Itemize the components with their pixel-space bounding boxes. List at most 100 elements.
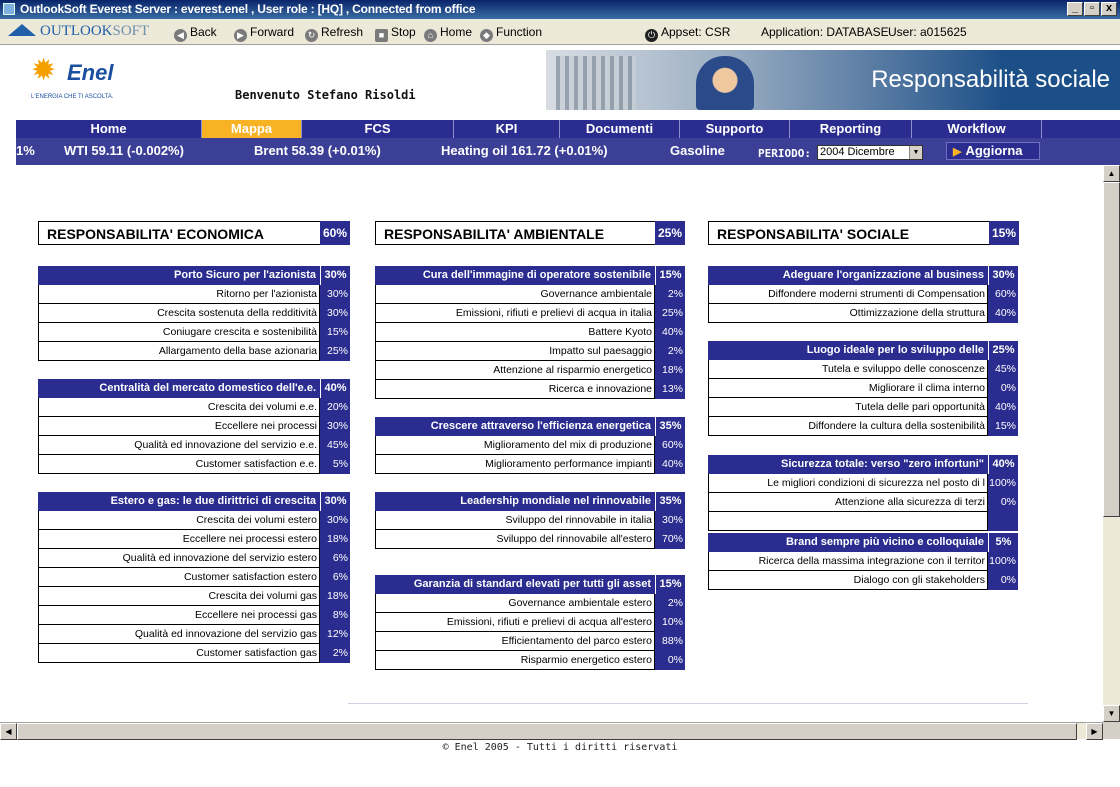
kpi-row[interactable]: Customer satisfaction e.e. 5% [38, 455, 350, 474]
stop-button[interactable]: ■ Stop [375, 25, 416, 42]
objective-header[interactable]: Sicurezza totale: verso "zero infortuni"… [708, 455, 1018, 474]
kpi-row[interactable]: Customer satisfaction gas 2% [38, 644, 350, 663]
scroll-right-button[interactable]: ▶ [1086, 723, 1103, 740]
kpi-row[interactable]: Eccellere nei processi gas 8% [38, 606, 350, 625]
kpi-row[interactable]: Ricerca e innovazione 13% [375, 380, 685, 399]
kpi-label: Attenzione alla sicurezza di terzi [708, 493, 988, 512]
objective-header[interactable]: Crescere attraverso l'efficienza energet… [375, 417, 685, 436]
kpi-row[interactable]: Crescita dei volumi e.e. 20% [38, 398, 350, 417]
kpi-row[interactable]: Ottimizzazione della struttura 40% [708, 304, 1018, 323]
scroll-down-button[interactable]: ▼ [1103, 705, 1120, 722]
forward-label: Forward [250, 25, 295, 39]
column-title: RESPONSABILITA' AMBIENTALE [384, 226, 605, 242]
kpi-row[interactable]: Sviluppo del rinnovabile in italia 30% [375, 511, 685, 530]
kpi-row[interactable]: Miglioramento performance impianti 40% [375, 455, 685, 474]
horizontal-scrollbar[interactable]: ◀ ▶ [0, 722, 1103, 740]
kpi-row[interactable]: Miglioramento del mix di produzione 60% [375, 436, 685, 455]
chevron-down-icon[interactable]: ▼ [909, 146, 922, 159]
kpi-percent: 2% [655, 285, 685, 304]
close-button[interactable]: x [1101, 2, 1117, 16]
objective-header[interactable]: Garanzia di standard elevati per tutti g… [375, 575, 685, 594]
kpi-row[interactable]: Eccellere nei processi estero 18% [38, 530, 350, 549]
back-button[interactable]: ◀ Back [174, 25, 217, 42]
strategy-map: RESPONSABILITA' ECONOMICA 60% RESPONSABI… [16, 165, 1103, 722]
kpi-row[interactable]: Ritorno per l'azionista 30% [38, 285, 350, 304]
objective-header[interactable]: Brand sempre più vicino e colloquiale 5% [708, 533, 1018, 552]
kpi-row[interactable]: Emissioni, rifiuti e prelievi di acqua i… [375, 304, 685, 323]
objective-title: Brand sempre più vicino e colloquiale [785, 536, 984, 548]
kpi-row[interactable]: Crescita dei volumi estero 30% [38, 511, 350, 530]
minimize-button[interactable]: _ [1067, 2, 1083, 16]
kpi-row[interactable]: Ricerca della massima integrazione con i… [708, 552, 1018, 571]
kpi-row[interactable]: Customer satisfaction estero 6% [38, 568, 350, 587]
scroll-left-button[interactable]: ◀ [0, 723, 17, 740]
banner-title: Responsabilità sociale [871, 66, 1110, 93]
kpi-row[interactable]: Diffondere la cultura della sostenibilit… [708, 417, 1018, 436]
kpi-row[interactable]: Governance ambientale estero 2% [375, 594, 685, 613]
kpi-row[interactable]: Sviluppo del rinnovabile all'estero 70% [375, 530, 685, 549]
periodo-select[interactable]: 2004 Dicembre ▼ [817, 145, 923, 160]
nav-workflow[interactable]: Workflow [912, 120, 1042, 138]
nav-documenti[interactable]: Documenti [560, 120, 680, 138]
kpi-row[interactable]: Battere Kyoto 40% [375, 323, 685, 342]
nav-kpi[interactable]: KPI [454, 120, 560, 138]
kpi-row[interactable]: Crescita dei volumi gas 18% [38, 587, 350, 606]
kpi-row[interactable]: Qualità ed innovazione del servizio gas 1… [38, 625, 350, 644]
kpi-row[interactable]: Diffondere moderni strumenti di Compensa… [708, 285, 1018, 304]
ticker-item: Gasoline [670, 143, 725, 158]
column-header-economica: RESPONSABILITA' ECONOMICA 60% [38, 221, 350, 245]
kpi-label: Efficientamento del parco estero [375, 632, 655, 651]
horizontal-scroll-thumb[interactable] [17, 723, 1077, 740]
kpi-row[interactable]: Eccellere nei processi 30% [38, 417, 350, 436]
kpi-row[interactable]: Risparmio energetico estero 0% [375, 651, 685, 670]
kpi-row[interactable]: Migliorare il clima interno 0% [708, 379, 1018, 398]
kpi-row[interactable]: Crescita sostenuta della redditività 30% [38, 304, 350, 323]
objective-header[interactable]: Centralità del mercato domestico dell'e.… [38, 379, 350, 398]
objective-header[interactable]: Adeguare l'organizzazione al business 30% [708, 266, 1018, 285]
kpi-label: Sviluppo del rinnovabile all'estero [375, 530, 655, 549]
kpi-row[interactable]: Attenzione alla sicurezza di terzi 0% [708, 493, 1018, 512]
kpi-row[interactable]: Emissioni, rifiuti e prelievi di acqua a… [375, 613, 685, 632]
nav-reporting[interactable]: Reporting [790, 120, 912, 138]
kpi-label: Migliorare il clima interno [708, 379, 988, 398]
kpi-row[interactable]: Efficientamento del parco estero 88% [375, 632, 685, 651]
refresh-button[interactable]: ↻ Refresh [305, 25, 363, 42]
kpi-row[interactable]: Allargamento della base azionaria 25% [38, 342, 350, 361]
kpi-row[interactable]: Le migliori condizioni di sicurezza nel … [708, 474, 1018, 493]
home-button[interactable]: ⌂ Home [424, 25, 472, 42]
nav-supporto[interactable]: Supporto [680, 120, 790, 138]
vertical-scrollbar[interactable]: ▲ ▼ [1103, 165, 1120, 722]
forward-button[interactable]: ▶ Forward [234, 25, 294, 42]
kpi-row[interactable]: Tutela e sviluppo delle conoscenze 45% [708, 360, 1018, 379]
objective-header[interactable]: Leadership mondiale nel rinnovabile 35% [375, 492, 685, 511]
kpi-row[interactable]: Attenzione al risparmio energetico 18% [375, 361, 685, 380]
kpi-row[interactable]: Governance ambientale 2% [375, 285, 685, 304]
objective-header[interactable]: Estero e gas: le due dirittrici di cresc… [38, 492, 350, 511]
appset-info[interactable]: ⏻ Appset: CSR [645, 25, 730, 42]
kpi-label: Eccellere nei processi [38, 417, 320, 436]
kpi-percent: 70% [655, 530, 685, 549]
aggiorna-button[interactable]: ▶ Aggiorna [946, 142, 1040, 160]
kpi-row[interactable] [708, 512, 1018, 531]
kpi-row[interactable]: Coniugare crescita e sostenibilità 15% [38, 323, 350, 342]
kpi-row[interactable]: Tutela delle pari opportunità 40% [708, 398, 1018, 417]
nav-mappa[interactable]: Mappa [202, 120, 302, 138]
kpi-row[interactable]: Qualità ed innovazione del servizio e.e.… [38, 436, 350, 455]
scroll-up-button[interactable]: ▲ [1103, 165, 1120, 182]
kpi-row[interactable]: Dialogo con gli stakeholders 0% [708, 571, 1018, 590]
kpi-label: Governance ambientale estero [375, 594, 655, 613]
kpi-row[interactable]: Qualità ed innovazione del servizio este… [38, 549, 350, 568]
objective-header[interactable]: Luogo ideale per lo sviluppo delle 25% [708, 341, 1018, 360]
nav-fcs[interactable]: FCS [302, 120, 454, 138]
enel-logo[interactable]: ✹ Enel L'ENERGIA CHE TI ASCOLTA. [31, 54, 141, 116]
kpi-percent: 2% [655, 594, 685, 613]
objective-header[interactable]: Porto Sicuro per l'azionista 30% [38, 266, 350, 285]
kpi-label: Emissioni, rifiuti e prelievi di acqua i… [375, 304, 655, 323]
nav-home[interactable]: Home [16, 120, 202, 138]
objective-header[interactable]: Cura dell'immagine di operatore sostenib… [375, 266, 685, 285]
function-button[interactable]: ◆ Function [480, 25, 542, 42]
objective-percent: 15% [655, 575, 685, 594]
restore-button[interactable]: ▫ [1084, 2, 1100, 16]
kpi-row[interactable]: Impatto sul paesaggio 2% [375, 342, 685, 361]
vertical-scroll-thumb[interactable] [1103, 182, 1120, 517]
